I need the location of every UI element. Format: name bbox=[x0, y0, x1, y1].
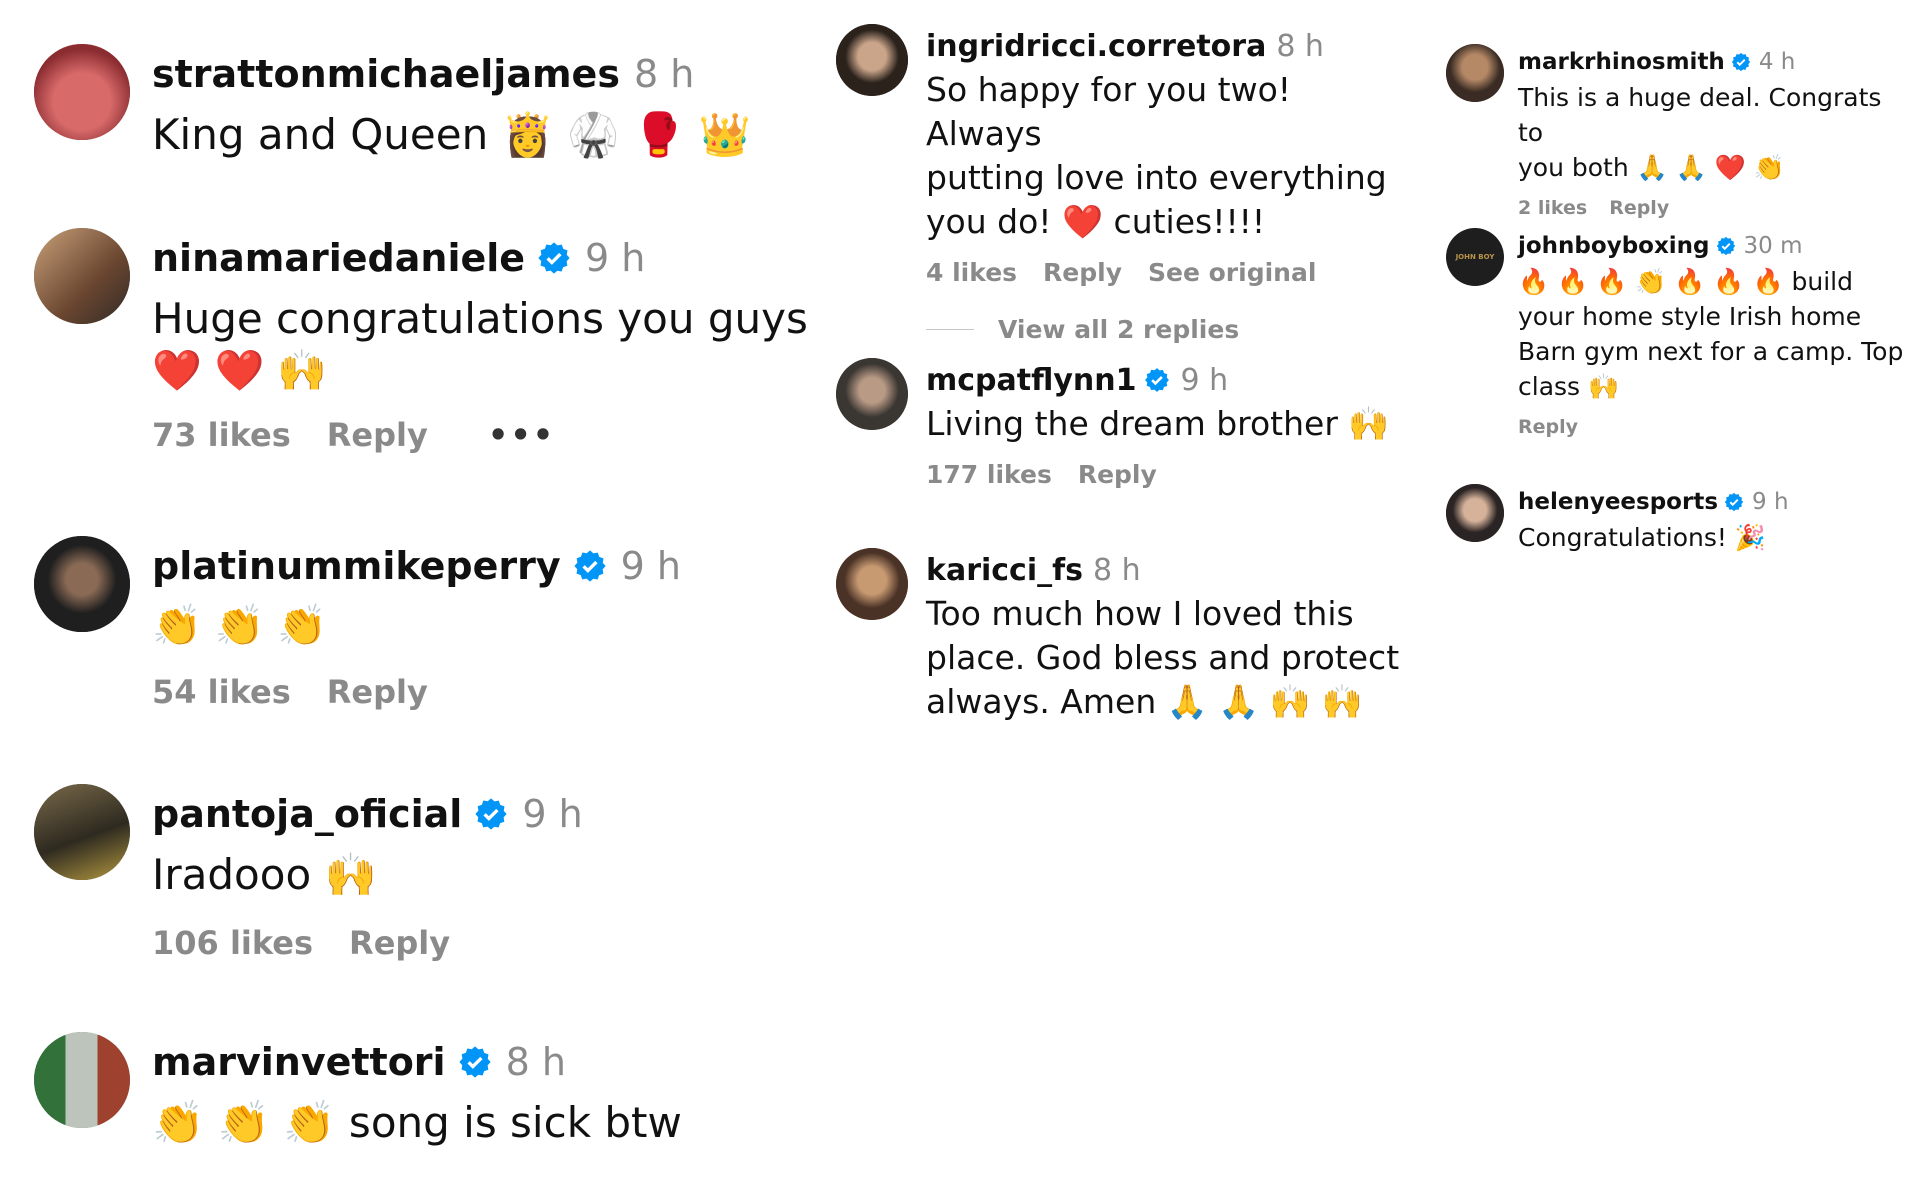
comment-timestamp: 8 h bbox=[1276, 28, 1324, 64]
comment-item: marvinvettori 8 h 👏 👏 👏 song is sick btw bbox=[34, 1032, 682, 1148]
comment-username[interactable]: ninamariedaniele bbox=[152, 236, 525, 280]
comment-username[interactable]: strattonmichaeljames bbox=[152, 52, 620, 96]
comment-text-line: Living the dream brother 🙌 bbox=[926, 404, 1390, 443]
likes-count[interactable]: 73 likes bbox=[152, 416, 291, 454]
comment-actions: 4 likes Reply See original bbox=[926, 258, 1416, 287]
comment-timestamp: 8 h bbox=[633, 52, 695, 96]
verified-badge-icon bbox=[474, 797, 508, 831]
comment-username[interactable]: helenyeesports bbox=[1518, 489, 1718, 515]
reply-button[interactable]: Reply bbox=[1078, 460, 1157, 489]
avatar[interactable] bbox=[34, 784, 130, 880]
verified-badge-icon bbox=[537, 241, 571, 275]
comment-text-line: Congratulations! 🎉 bbox=[1518, 523, 1766, 552]
comment-item: helenyeesports 9 h Congratulations! 🎉 bbox=[1446, 484, 1789, 555]
comment-timestamp: 9 h bbox=[585, 236, 646, 280]
likes-count[interactable]: 4 likes bbox=[926, 258, 1017, 287]
comment-actions: 106 likes Reply bbox=[152, 924, 583, 962]
comment-username[interactable]: pantoja_oficial bbox=[152, 792, 462, 836]
likes-count[interactable]: 2 likes bbox=[1518, 197, 1587, 219]
avatar[interactable] bbox=[836, 358, 908, 430]
comment-text-line: class 🙌 bbox=[1518, 372, 1620, 401]
comment-item: mcpatflynn1 9 h Living the dream brother… bbox=[836, 358, 1389, 489]
comment-timestamp: 9 h bbox=[1752, 489, 1789, 515]
comment-actions: Reply bbox=[1518, 416, 1903, 438]
comment-actions: 54 likes Reply bbox=[152, 673, 681, 711]
comment-item: ninamariedaniele 9 h Huge congratulation… bbox=[34, 228, 808, 454]
comment-text-line: So happy for you two! Always bbox=[926, 70, 1292, 153]
view-replies-row: View all 2 replies bbox=[926, 315, 1416, 344]
likes-count[interactable]: 106 likes bbox=[152, 924, 313, 962]
comment-text-line: always. Amen 🙏 🙏 🙌 🙌 bbox=[926, 682, 1363, 721]
reply-button[interactable]: Reply bbox=[1518, 416, 1578, 438]
comment-text: Iradooo 🙌 bbox=[152, 850, 377, 899]
verified-badge-icon bbox=[573, 549, 607, 583]
comment-text-line: you both 🙏 🙏 ❤️ 👏 bbox=[1518, 153, 1785, 182]
avatar[interactable] bbox=[34, 44, 130, 140]
comment-text: King and Queen 👸 🥋 🥊 👑 bbox=[152, 110, 751, 159]
comment-timestamp: 9 h bbox=[522, 792, 583, 836]
comment-text-line: Too much how I loved this bbox=[926, 594, 1354, 633]
comment-actions: 2 likes Reply bbox=[1518, 197, 1906, 219]
comment-username[interactable]: marvinvettori bbox=[152, 1040, 446, 1084]
comment-text-line: putting love into everything bbox=[926, 158, 1387, 197]
comment-username[interactable]: markrhinosmith bbox=[1518, 49, 1725, 75]
see-original-button[interactable]: See original bbox=[1148, 258, 1316, 287]
comment-text: Huge congratulations you guys bbox=[152, 294, 808, 343]
comment-item: ingridricci.corretora 8 h So happy for y… bbox=[836, 24, 1416, 344]
comment-emoji-line: ❤️ ❤️ 🙌 bbox=[152, 348, 327, 394]
comment-text-line: 🔥 🔥 🔥 👏 🔥 🔥 🔥 build bbox=[1518, 267, 1853, 296]
reply-button[interactable]: Reply bbox=[1609, 197, 1669, 219]
comment-timestamp: 30 m bbox=[1743, 233, 1803, 259]
avatar[interactable] bbox=[836, 24, 908, 96]
comment-text: 👏 👏 👏 song is sick btw bbox=[152, 1098, 682, 1147]
more-options-icon[interactable]: ••• bbox=[488, 416, 555, 454]
comment-text-line: Barn gym next for a camp. Top bbox=[1518, 337, 1904, 366]
verified-badge-icon bbox=[1724, 492, 1744, 512]
verified-badge-icon bbox=[1731, 52, 1751, 72]
comment-timestamp: 8 h bbox=[1093, 552, 1141, 588]
comment-item: markrhinosmith 4 h This is a huge deal. … bbox=[1446, 44, 1906, 219]
comment-text-line: you do! ❤️ cuties!!!! bbox=[926, 202, 1266, 241]
verified-badge-icon bbox=[1144, 367, 1170, 393]
comment-username[interactable]: johnboyboxing bbox=[1518, 233, 1710, 259]
avatar[interactable] bbox=[1446, 484, 1504, 542]
comment-timestamp: 4 h bbox=[1758, 49, 1796, 75]
comment-item: strattonmichaeljames 8 h King and Queen … bbox=[34, 44, 751, 160]
comment-username[interactable]: mcpatflynn1 bbox=[926, 363, 1136, 398]
comment-item: JOHN BOY johnboyboxing 30 m 🔥 🔥 🔥 👏 🔥 🔥 … bbox=[1446, 228, 1903, 438]
comment-text: 👏 👏 👏 bbox=[152, 603, 327, 649]
verified-badge-icon bbox=[1716, 236, 1736, 256]
comment-actions: 177 likes Reply bbox=[926, 460, 1389, 489]
comment-timestamp: 9 h bbox=[1180, 362, 1229, 398]
comment-text-line: This is a huge deal. Congrats to bbox=[1518, 83, 1882, 147]
avatar[interactable] bbox=[1446, 44, 1504, 102]
reply-button[interactable]: Reply bbox=[1043, 258, 1122, 287]
likes-count[interactable]: 177 likes bbox=[926, 460, 1052, 489]
avatar[interactable] bbox=[34, 228, 130, 324]
avatar-logo-text: JOHN BOY bbox=[1455, 253, 1495, 261]
avatar[interactable]: JOHN BOY bbox=[1446, 228, 1504, 286]
comment-timestamp: 9 h bbox=[620, 544, 681, 588]
comment-username[interactable]: karicci_fs bbox=[926, 553, 1083, 588]
comment-actions: 73 likes Reply ••• bbox=[152, 416, 808, 454]
likes-count[interactable]: 54 likes bbox=[152, 673, 291, 711]
avatar[interactable] bbox=[34, 1032, 130, 1128]
comment-username[interactable]: ingridricci.corretora bbox=[926, 29, 1266, 64]
reply-button[interactable]: Reply bbox=[327, 416, 428, 454]
comment-item: pantoja_oficial 9 h Iradooo 🙌 106 likes … bbox=[34, 784, 583, 962]
avatar[interactable] bbox=[34, 536, 130, 632]
avatar[interactable] bbox=[836, 548, 908, 620]
comment-text-line: your home style Irish home bbox=[1518, 302, 1862, 331]
comment-username[interactable]: platinummikeperry bbox=[152, 544, 561, 588]
reply-button[interactable]: Reply bbox=[349, 924, 450, 962]
comment-item: platinummikeperry 9 h 👏 👏 👏 54 likes Rep… bbox=[34, 536, 681, 711]
comment-timestamp: 8 h bbox=[505, 1040, 566, 1084]
view-replies-button[interactable]: View all 2 replies bbox=[998, 315, 1239, 344]
verified-badge-icon bbox=[458, 1045, 492, 1079]
reply-button[interactable]: Reply bbox=[327, 673, 428, 711]
comment-item: karicci_fs 8 h Too much how I loved this… bbox=[836, 548, 1399, 724]
replies-divider bbox=[926, 329, 974, 330]
comment-text-line: place. God bless and protect bbox=[926, 638, 1400, 677]
